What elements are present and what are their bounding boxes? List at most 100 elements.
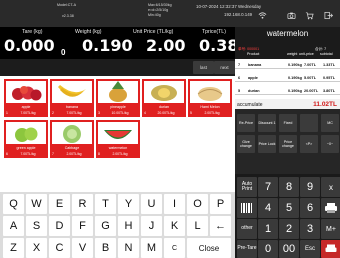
table-row[interactable]: 5 durian 0.190kg 20.00TL 3.80TL [235, 86, 340, 95]
product-tile-apple[interactable]: apple 1 7.00TL/kg [4, 79, 48, 117]
auto-print-button[interactable]: Auto Print [237, 177, 257, 197]
backspace-key[interactable]: ← [210, 216, 231, 236]
key-e[interactable]: E [49, 194, 70, 214]
logout-icon[interactable] [324, 11, 333, 20]
key-f[interactable]: F [72, 216, 93, 236]
price-lock-button[interactable]: Price Lock [258, 135, 276, 153]
product-price: 20.00TL/kg [157, 111, 175, 115]
product-price: 7.00TL/kg [20, 152, 36, 156]
product-index: 6 [6, 152, 8, 156]
key-8[interactable]: 8 [279, 177, 299, 197]
datetime-label: 10-07-2024 12:32:37 Wednesday [196, 4, 262, 9]
mc-button[interactable]: MC [321, 114, 339, 132]
esc-button[interactable]: Esc [300, 240, 320, 258]
product-tile-pineapple[interactable]: pineapple 3 10.00TL/kg [96, 79, 140, 117]
last-page-button[interactable]: last [193, 61, 214, 74]
re-price-button[interactable]: Re-Price [237, 114, 255, 132]
weight-value: 0.190 [82, 36, 133, 55]
pre-tare-button[interactable]: Pre-Tare [237, 240, 257, 258]
key-l[interactable]: L [187, 216, 208, 236]
accumulate-bar: accumulate 11.02TL [235, 99, 340, 109]
key-00[interactable]: 00 [279, 240, 299, 258]
key-v[interactable]: V [72, 238, 93, 258]
key-m[interactable]: M [141, 238, 162, 258]
product-price: 2.00TL/kg [66, 152, 82, 156]
key-q[interactable]: Q [3, 194, 24, 214]
key-7[interactable]: 7 [258, 177, 278, 197]
key-t[interactable]: T [95, 194, 116, 214]
key-6[interactable]: 6 [300, 198, 320, 218]
cart-icon[interactable] [305, 11, 314, 20]
product-index: 5 [190, 111, 192, 115]
key-u[interactable]: U [141, 194, 162, 214]
key-0[interactable]: 0 [258, 240, 278, 258]
key-2[interactable]: 2 [279, 219, 299, 239]
row-number: 7 [238, 62, 241, 67]
barcode-icon[interactable] [237, 198, 257, 218]
row-product: banana [248, 62, 262, 67]
key-4[interactable]: 4 [258, 198, 278, 218]
key-s[interactable]: S [26, 216, 47, 236]
m-plus-button[interactable]: M+ [321, 219, 340, 239]
key-o[interactable]: O [187, 194, 208, 214]
blank-function-button[interactable] [300, 114, 318, 132]
key-3[interactable]: 3 [300, 219, 320, 239]
product-tile-hami-melon[interactable]: Hami Melon 5 2.00TL/kg [188, 79, 232, 117]
key-z[interactable]: Z [3, 238, 24, 258]
key-x[interactable]: X [26, 238, 47, 258]
green-apple-icon [6, 122, 46, 144]
product-tile-watermelon[interactable]: watermelon 8 2.00TL/kg [96, 120, 140, 158]
next-page-button[interactable]: next [214, 61, 235, 74]
row-number: 6 [238, 75, 241, 80]
key-5[interactable]: 5 [279, 198, 299, 218]
key-9[interactable]: 9 [300, 177, 320, 197]
apple-icon [6, 81, 46, 103]
melon-icon [190, 81, 230, 103]
key-r[interactable]: R [72, 194, 93, 214]
tare-label: Tare (kg) [22, 29, 43, 35]
key-j[interactable]: J [141, 216, 162, 236]
product-tile-green-apple[interactable]: green apple 6 7.00TL/kg [4, 120, 48, 158]
numeric-keypad: Auto Print 7 8 9 x 4 5 6 other 1 2 3 M+ … [235, 174, 340, 258]
product-tile-durian[interactable]: durian 4 20.00TL/kg [142, 79, 186, 117]
unit-price-label: Unit Price (TL/kg) [133, 29, 174, 35]
other-button[interactable]: other [237, 219, 257, 239]
key-k[interactable]: K [164, 216, 185, 236]
key-w[interactable]: W [26, 194, 47, 214]
key-n[interactable]: N [118, 238, 139, 258]
key-h[interactable]: H [118, 216, 139, 236]
zero-button[interactable]: ~0~ [321, 135, 339, 153]
key-1[interactable]: 1 [258, 219, 278, 239]
row-subtotal: 1.33TL [323, 62, 336, 67]
fixed-button[interactable]: Fixed [279, 114, 297, 132]
key-a[interactable]: A [3, 216, 24, 236]
multiply-key[interactable]: x [321, 177, 340, 197]
close-keyboard-button[interactable]: Close [187, 238, 231, 258]
product-index: 4 [144, 111, 146, 115]
product-tile-cabbage[interactable]: Cabbage 7 2.00TL/kg [50, 120, 94, 158]
key-b[interactable]: B [95, 238, 116, 258]
key-p[interactable]: P [210, 194, 231, 214]
key-d[interactable]: D [49, 216, 70, 236]
product-name: watermelon [108, 146, 128, 150]
key-y[interactable]: Y [118, 194, 139, 214]
print-icon[interactable] [321, 198, 340, 218]
price-change-button[interactable]: Price change [279, 135, 297, 153]
table-row[interactable]: 6 apple 0.190kg 5.00TL 0.95TL [235, 73, 340, 82]
key-c[interactable]: C [49, 238, 70, 258]
key-g[interactable]: G [95, 216, 116, 236]
product-name: Cabbage [64, 146, 80, 150]
clear-key[interactable]: C [164, 238, 185, 258]
product-tile-banana[interactable]: banana 2 7.00TL/kg [50, 79, 94, 117]
tare-value: 0.000 [4, 36, 55, 55]
table-row[interactable]: 7 banana 0.190kg 7.00TL 1.33TL [235, 60, 340, 69]
p-button[interactable]: <P> [300, 135, 318, 153]
discount-button[interactable]: Discount 1 [258, 114, 276, 132]
camera-icon[interactable] [287, 11, 296, 20]
accumulate-label: accumulate [237, 101, 263, 108]
row-subtotal: 3.80TL [323, 88, 336, 93]
banana-icon [52, 81, 92, 103]
key-i[interactable]: I [164, 194, 185, 214]
print-label-icon[interactable] [321, 240, 340, 258]
give-change-button[interactable]: Give change [237, 135, 255, 153]
